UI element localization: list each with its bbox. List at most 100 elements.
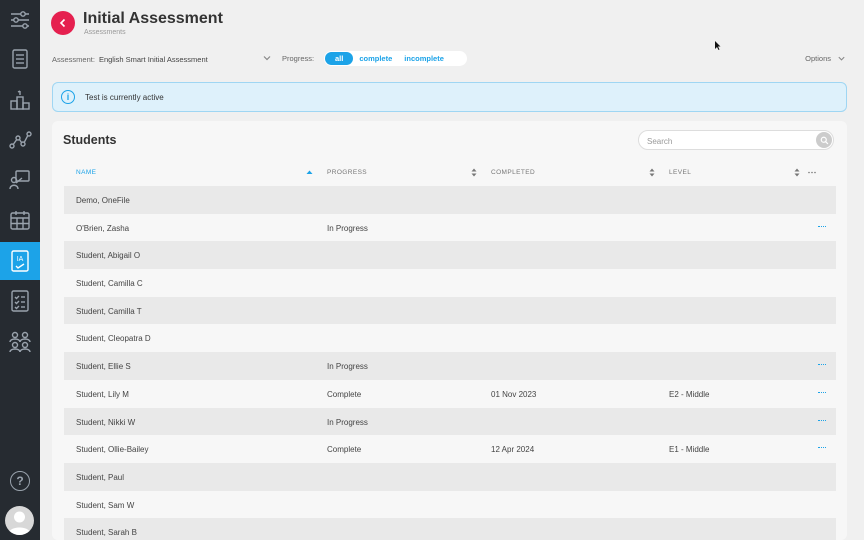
magnifier-glyph [820,136,828,144]
progress-filter-incomplete[interactable]: incomplete [398,54,450,63]
nav-item-calendar[interactable] [0,201,40,239]
nav-item-network[interactable] [0,121,40,159]
main-content: Initial Assessment Assessments Assessmen… [40,0,864,540]
table-row[interactable]: Student, Abigail O [64,241,836,270]
cell-level: E2 - Middle [669,389,710,399]
sort-asc-icon[interactable] [306,169,313,176]
table-row[interactable]: Student, Sarah B [64,518,836,540]
table-header: NAME PROGRESS COMPLETED LEVEL [64,163,836,183]
mouse-cursor-icon [715,41,721,50]
search-box [638,130,834,151]
network-icon [9,131,32,149]
list-icon [12,49,28,69]
user-avatar-icon [8,511,31,535]
search-input[interactable] [639,132,809,151]
search-icon[interactable] [816,132,832,148]
nav-item-list[interactable] [0,40,40,78]
table-row[interactable]: Student, Paul [64,462,836,491]
cell-progress: In Progress [327,362,368,372]
row-actions-icon[interactable] [818,391,826,394]
progress-filter-all[interactable]: all [325,52,354,65]
cell-name: Student, Camilla C [76,279,143,289]
info-icon: i [61,90,75,104]
calendar-icon [10,211,30,230]
table-row[interactable]: Student, Lily M Complete 01 Nov 2023 E2 - M… [64,380,836,408]
progress-filter-complete[interactable]: complete [353,54,398,63]
people-icon [9,331,31,353]
row-actions-icon[interactable] [818,419,826,422]
table-row[interactable]: Student, Camilla T [64,296,836,325]
table-row[interactable]: Student, Nikki W In Progress [64,407,836,436]
sort-icon[interactable] [471,168,477,177]
ia-icon-label: IA [17,256,24,263]
table-row[interactable]: Student, Ollie-Bailey Complete 12 Apr 2024… [64,435,836,463]
nav-item-initial-assessment[interactable]: IA [0,242,40,280]
presentation-icon [9,170,30,190]
cell-name: Student, Sam W [76,500,135,510]
cell-progress: Complete [327,389,362,399]
cell-name: Student, Ellie S [76,362,131,372]
back-button[interactable] [51,11,75,35]
cell-progress: Complete [327,445,362,455]
table-row[interactable]: Demo, OneFile [64,186,836,214]
column-header-level[interactable]: LEVEL [669,169,691,176]
cell-completed: 12 Apr 2024 [491,445,535,455]
cell-name: Demo, OneFile [76,196,130,205]
page-title: Initial Assessment [83,10,223,27]
column-header-completed[interactable]: COMPLETED [491,169,535,176]
ia-icon: IA [11,250,29,272]
more-columns-icon[interactable] [808,171,816,174]
nav-item-checklist[interactable] [0,282,40,320]
cell-name: Student, Camilla T [76,306,142,316]
row-actions-icon[interactable] [818,225,826,228]
assessment-select[interactable]: English Smart Initial Assessment [99,55,208,64]
cell-name: Student, Abigail O [76,251,141,261]
cell-name: Student, Sarah B [76,528,137,538]
progress-filter: all complete incomplete [324,51,467,66]
banner-text: Test is currently active [85,92,164,102]
cell-name: Student, Paul [76,472,125,482]
chevron-left-icon [59,18,66,28]
column-header-progress[interactable]: PROGRESS [327,169,367,176]
sort-icon[interactable] [794,168,800,177]
sidebar: IA ? [0,0,40,540]
cell-name: Student, Ollie-Bailey [76,445,149,455]
help-icon[interactable]: ? [10,471,30,491]
status-banner: i Test is currently active [52,82,847,112]
sliders-icon [11,11,29,29]
table-row[interactable]: Student, Cleopatra D [64,324,836,352]
chevron-down-icon [838,56,845,61]
column-header-name[interactable]: NAME [76,169,96,176]
cell-name: Student, Nikki W [76,417,136,427]
options-menu[interactable]: Options [805,54,846,63]
table-row[interactable]: O'Brien, Zasha In Progress [64,214,836,242]
table-row[interactable]: Student, Camilla C [64,269,836,297]
chevron-down-icon[interactable] [262,53,272,63]
cell-name: O'Brien, Zasha [76,223,130,233]
students-table-body: Demo, OneFile O'Brien, Zasha In Progress St… [64,186,836,540]
page-subtitle: Assessments [84,29,126,36]
options-label: Options [805,54,831,63]
filter-bar: Assessment: English Smart Initial Assess… [52,51,467,66]
assessment-label: Assessment: [52,54,95,64]
nav-item-settings[interactable] [0,0,40,38]
nav-item-leaderboard[interactable] [0,81,40,119]
table-row[interactable]: Student, Ellie S In Progress [64,352,836,380]
nav-item-teaching[interactable] [0,161,40,199]
sort-icon[interactable] [649,168,655,177]
students-card: Students NAME PROGRESS COMPLETED [52,121,847,540]
table-row[interactable]: Student, Sam W [64,491,836,519]
podium-icon [10,90,30,110]
row-actions-icon[interactable] [818,447,826,449]
avatar[interactable] [5,506,34,535]
nav-item-people[interactable] [0,322,40,360]
cell-name: Student, Lily M [76,389,129,399]
cell-level: E1 - Middle [669,445,710,455]
students-title: Students [63,133,117,147]
cell-progress: In Progress [327,223,368,233]
help-glyph: ? [16,474,24,488]
progress-label: Progress: [282,54,315,63]
checklist-icon [11,290,29,312]
cell-progress: In Progress [327,417,368,427]
row-actions-icon[interactable] [818,364,826,366]
